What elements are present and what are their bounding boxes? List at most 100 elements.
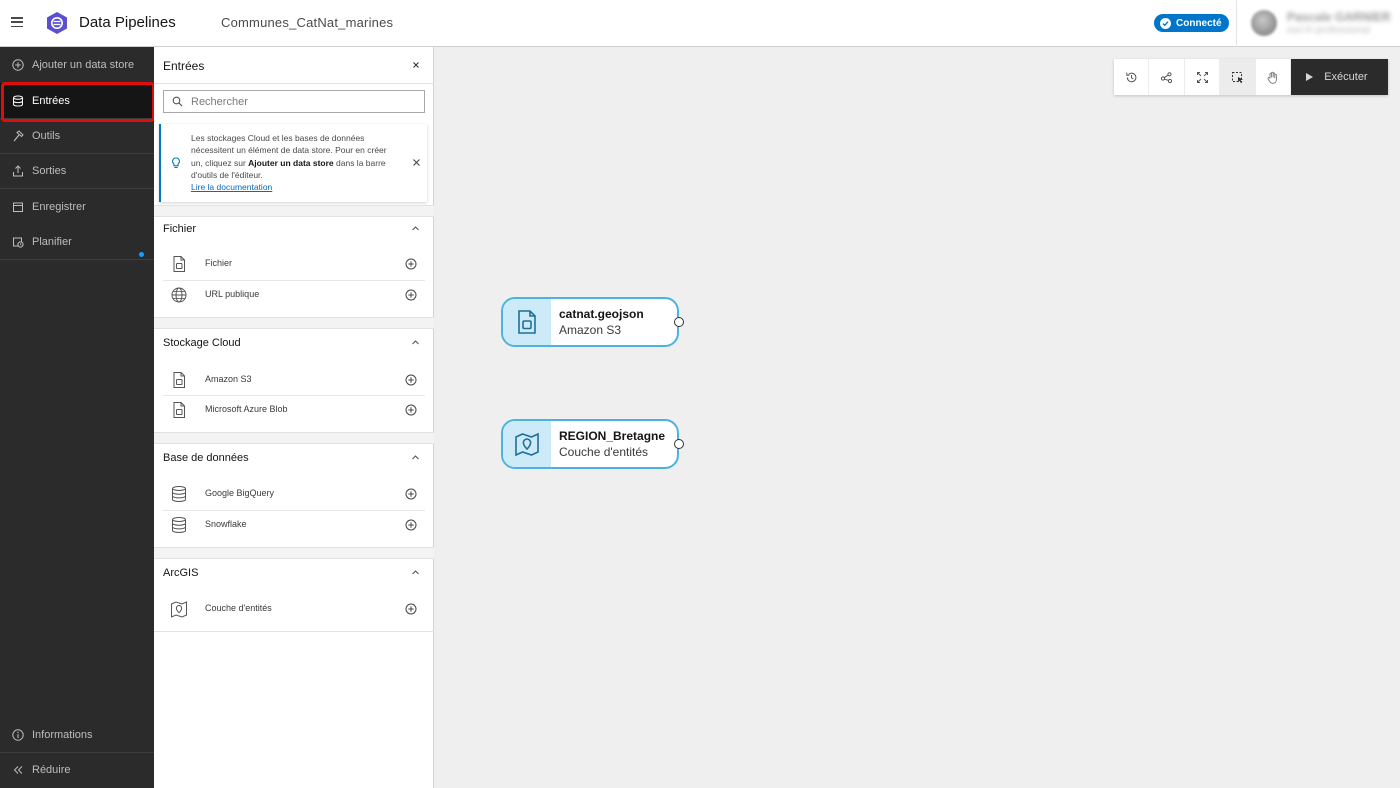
list-item-amazon-s3[interactable]: Amazon S3	[154, 365, 434, 395]
item-label: Snowflake	[205, 519, 247, 529]
search-input[interactable]	[191, 95, 411, 108]
node-subtitle: Amazon S3	[559, 323, 622, 337]
list-item-feature-layer[interactable]: Couche d'entités	[154, 594, 434, 624]
list-item-file[interactable]: Fichier	[154, 249, 434, 279]
app-header: Data Pipelines Communes_CatNat_marines C…	[0, 0, 1400, 47]
history-icon	[1126, 72, 1137, 82]
check-icon	[1160, 17, 1171, 29]
data-pipelines-logo	[47, 12, 67, 34]
add-icon[interactable]	[405, 289, 417, 301]
fit-view-button[interactable]	[1185, 59, 1221, 95]
nav-divider	[0, 259, 154, 260]
pipeline-node-catnat[interactable]: catnat.geojson Amazon S3	[501, 297, 684, 347]
node-icon-area	[503, 299, 551, 345]
output-port[interactable]	[674, 317, 684, 327]
add-icon[interactable]	[405, 519, 417, 531]
pan-hand-icon	[1267, 71, 1278, 84]
section-arcgis[interactable]: ArcGIS	[154, 558, 434, 588]
chevron-up-icon	[412, 226, 419, 231]
plus-circle-icon	[11, 58, 24, 71]
chevron-up-icon	[412, 570, 419, 575]
section-title: Stockage Cloud	[163, 337, 241, 349]
document-title[interactable]: Communes_CatNat_marines	[221, 15, 393, 30]
file-icon	[173, 256, 185, 272]
chevron-up-icon	[412, 455, 419, 460]
nav-label: Outils	[32, 129, 61, 142]
item-label: Microsoft Azure Blob	[205, 404, 288, 414]
nav-tools[interactable]: Outils	[0, 118, 154, 153]
section-title: ArcGIS	[163, 567, 199, 579]
pipeline-canvas[interactable]: Exécuter catnat.geojson Amazon S3 REGION…	[434, 47, 1400, 788]
nav-label: Ajouter un data store	[32, 58, 135, 71]
menu-icon[interactable]	[11, 16, 23, 28]
inputs-panel: Entrées Les stockages Cloud et les bases…	[154, 47, 434, 788]
nav-label: Enregistrer	[32, 200, 86, 213]
nav-add-data-store[interactable]: Ajouter un data store	[0, 47, 154, 82]
nav-outputs[interactable]: Sorties	[0, 153, 154, 188]
avatar[interactable]	[1251, 10, 1277, 36]
search-box[interactable]	[163, 90, 425, 113]
list-item-google-bigquery[interactable]: Google BigQuery	[154, 479, 434, 509]
play-icon	[1306, 73, 1314, 81]
fit-view-icon	[1196, 71, 1208, 83]
nav-label: Sorties	[32, 164, 67, 177]
database-icon	[172, 517, 186, 534]
save-icon	[11, 200, 24, 213]
chevron-up-icon	[412, 340, 419, 345]
add-icon[interactable]	[405, 603, 417, 615]
run-label: Exécuter	[1324, 71, 1368, 83]
documentation-link[interactable]: Lire la documentation	[191, 181, 399, 193]
connection-status-badge: Connecté	[1154, 14, 1229, 32]
nav-label: Réduire	[32, 763, 71, 776]
nav-information[interactable]: Informations	[0, 717, 154, 752]
close-icon[interactable]	[410, 59, 422, 71]
lightbulb-icon	[172, 157, 180, 168]
add-icon[interactable]	[405, 258, 417, 270]
history-button[interactable]	[1114, 59, 1150, 95]
section-file[interactable]: Fichier	[154, 214, 434, 244]
item-label: Amazon S3	[205, 374, 252, 384]
nav-schedule[interactable]: Planifier	[0, 224, 154, 259]
app-title: Data Pipelines	[79, 14, 176, 31]
nav-inputs[interactable]: Entrées	[0, 83, 154, 118]
file-icon	[173, 372, 185, 388]
pipeline-node-region-bretagne[interactable]: REGION_Bretagne Couche d'entités	[501, 419, 684, 469]
canvas-toolbar: Exécuter	[1114, 59, 1389, 95]
node-icon-area	[503, 421, 551, 467]
list-item-public-url[interactable]: URL publique	[154, 280, 434, 310]
run-button[interactable]: Exécuter	[1291, 59, 1389, 95]
export-icon	[11, 164, 24, 177]
file-icon	[173, 402, 185, 418]
share-nodes-button[interactable]	[1149, 59, 1185, 95]
section-database[interactable]: Base de données	[154, 443, 434, 473]
close-icon[interactable]	[412, 158, 421, 167]
file-icon	[518, 310, 536, 334]
nav-collapse[interactable]: Réduire	[0, 752, 154, 787]
section-cloud-storage[interactable]: Stockage Cloud	[154, 328, 434, 358]
map-pin-icon	[515, 432, 539, 457]
node-title: REGION_Bretagne	[559, 429, 666, 443]
notice-text: Les stockages Cloud et les bases de donn…	[191, 132, 399, 193]
list-item-snowflake[interactable]: Snowflake	[154, 510, 434, 540]
nav-save[interactable]: Enregistrer	[0, 189, 154, 224]
panel-divider	[154, 83, 434, 84]
globe-icon	[171, 287, 187, 303]
output-port[interactable]	[674, 439, 684, 449]
nav-label: Entrées	[32, 94, 70, 107]
add-icon[interactable]	[405, 404, 417, 416]
pan-button[interactable]	[1256, 59, 1292, 95]
notice-bold-text: Ajouter un data store	[248, 157, 334, 168]
user-name[interactable]: Pascale GARNIER	[1287, 10, 1390, 24]
search-icon	[172, 96, 183, 107]
panel-divider	[154, 631, 434, 632]
user-org: esri-fr-professional	[1287, 25, 1370, 36]
item-label: URL publique	[205, 289, 260, 299]
add-icon[interactable]	[405, 488, 417, 500]
add-icon[interactable]	[405, 374, 417, 386]
select-button[interactable]	[1220, 59, 1256, 95]
list-item-azure-blob[interactable]: Microsoft Azure Blob	[154, 395, 434, 425]
info-notice: Les stockages Cloud et les bases de donn…	[159, 124, 427, 202]
section-title: Base de données	[163, 452, 249, 464]
calendar-clock-icon	[11, 235, 24, 248]
info-icon	[11, 728, 24, 741]
